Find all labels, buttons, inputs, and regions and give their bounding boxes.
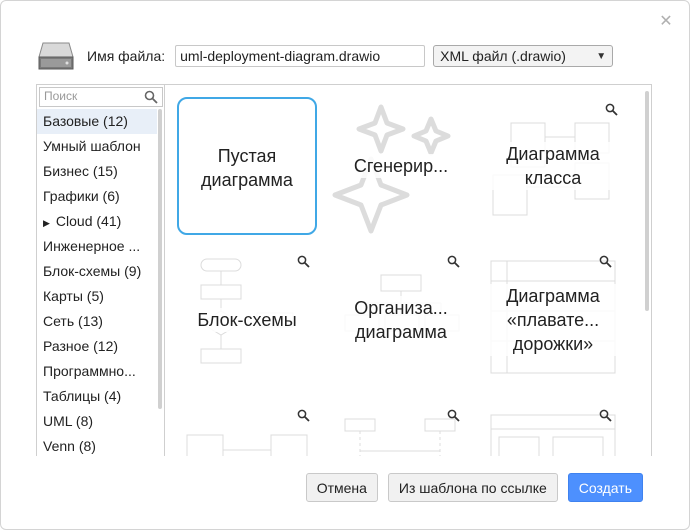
sidebar-item-category[interactable]: Таблицы (4) <box>37 384 157 409</box>
sidebar-item-category[interactable]: Сеть (13) <box>37 309 157 334</box>
sidebar-item-category[interactable]: ▶ Cloud (41) <box>37 209 157 234</box>
category-label: Карты (5) <box>43 288 104 304</box>
template-label-text: Пустая диаграмма <box>183 144 311 192</box>
dialog-buttons: Отмена Из шаблона по ссылке Создать <box>305 473 643 502</box>
template-label-text: Сгенерир... <box>349 154 453 178</box>
template-label: Блок-схемы <box>181 251 313 389</box>
template-tile[interactable]: Блок-схемы <box>177 251 317 389</box>
category-label: Графики (6) <box>43 188 120 204</box>
sidebar-item-category[interactable]: Умный шаблон <box>37 134 157 159</box>
template-label-text: Организа... диаграмма <box>335 296 467 344</box>
template-tile[interactable]: Диаграмма класса <box>483 97 623 235</box>
category-search-input[interactable]: Поиск <box>39 87 163 107</box>
template-label: Сгенерир... <box>335 97 467 235</box>
template-label: Диаграмма «плавате... дорожки» <box>487 251 619 389</box>
template-tile[interactable]: Диаграмма «плавате... дорожки» <box>483 251 623 389</box>
dialog-header: Имя файла: XML файл (.drawio) ▼ <box>37 39 614 73</box>
format-select-value: XML файл (.drawio) <box>440 48 566 64</box>
zoom-icon[interactable] <box>297 255 310 268</box>
search-placeholder: Поиск <box>44 89 78 103</box>
template-browser: Поиск Базовые (12) Умный шаблон Бизнес (15… <box>36 84 652 456</box>
template-label: Пустая диаграмма <box>183 99 311 237</box>
zoom-icon[interactable] <box>447 409 460 422</box>
from-url-button[interactable]: Из шаблона по ссылке <box>387 473 558 502</box>
new-diagram-dialog: ✕ Имя файла: XML файл (.drawio) ▼ Поиск … <box>0 0 690 530</box>
category-label: Venn (8) <box>43 438 96 454</box>
sidebar-item-category[interactable]: Бизнес (15) <box>37 159 157 184</box>
sidebar-item-category[interactable]: Venn (8) <box>37 434 157 456</box>
search-icon[interactable] <box>144 90 158 104</box>
category-label: Cloud (41) <box>55 213 122 229</box>
zoom-icon[interactable] <box>599 409 612 422</box>
chevron-down-icon: ▼ <box>596 50 607 62</box>
zoom-icon[interactable] <box>297 409 310 422</box>
category-label: UML (8) <box>43 413 94 429</box>
sidebar-item-category[interactable]: Графики (6) <box>37 184 157 209</box>
category-label: Базовые (12) <box>43 113 128 129</box>
template-tile[interactable]: Sequence ... <box>331 405 471 456</box>
sidebar-item-category[interactable]: Блок-схемы (9) <box>37 259 157 284</box>
category-label: Блок-схемы (9) <box>43 263 142 279</box>
zoom-icon[interactable] <box>447 255 460 268</box>
category-label: Программно... <box>43 363 136 379</box>
filename-label: Имя файла: <box>87 48 166 64</box>
template-grid: Пустая диаграмма Сгенерир... Диаграмма кла… <box>165 85 651 456</box>
expand-triangle-icon[interactable]: ▶ <box>43 218 50 228</box>
template-label-text: Блок-схемы <box>193 308 301 332</box>
sidebar-item-category[interactable]: Инженерное ... <box>37 234 157 259</box>
create-button[interactable]: Создать <box>567 473 643 502</box>
template-tile[interactable]: Пустая диаграмма <box>177 97 317 235</box>
filename-input[interactable] <box>175 45 426 67</box>
sidebar-scrollbar[interactable] <box>158 109 162 409</box>
close-icon[interactable]: ✕ <box>659 14 673 30</box>
grid-scrollbar[interactable] <box>645 91 649 311</box>
sidebar-item-category[interactable]: Разное (12) <box>37 334 157 359</box>
sidebar-item-category[interactable]: UML (8) <box>37 409 157 434</box>
category-label: Разное (12) <box>43 338 119 354</box>
category-label: Умный шаблон <box>43 138 141 154</box>
category-label: Сеть (13) <box>43 313 103 329</box>
template-tile[interactable]: Организа... диаграмма <box>331 251 471 389</box>
sidebar-item-category[interactable]: Программно... <box>37 359 157 384</box>
template-label: Организа... диаграмма <box>335 251 467 389</box>
category-list: Базовые (12) Умный шаблон Бизнес (15) Графи… <box>37 109 157 456</box>
zoom-icon[interactable] <box>599 255 612 268</box>
template-label: Диаграмма ... <box>181 405 313 456</box>
format-select[interactable]: XML файл (.drawio) ▼ <box>433 45 614 67</box>
category-label: Таблицы (4) <box>43 388 122 404</box>
cancel-button[interactable]: Отмена <box>305 473 378 502</box>
template-tile[interactable]: Сгенерир... <box>331 97 471 235</box>
category-label: Бизнес (15) <box>43 163 118 179</box>
category-sidebar: Поиск Базовые (12) Умный шаблон Бизнес (15… <box>37 85 165 456</box>
template-label-text: Диаграмма «плавате... дорожки» <box>487 284 619 356</box>
category-label: Инженерное ... <box>43 238 141 254</box>
sidebar-item-category[interactable]: Карты (5) <box>37 284 157 309</box>
template-tile[interactable]: Диаграмма ... <box>177 405 317 456</box>
template-tile[interactable]: Simple ... <box>483 405 623 456</box>
template-label: Диаграмма класса <box>487 97 619 235</box>
sidebar-item-category[interactable]: Базовые (12) <box>37 109 157 134</box>
zoom-icon[interactable] <box>605 103 618 116</box>
drive-icon <box>38 42 74 70</box>
template-label-text: Диаграмма класса <box>487 142 619 190</box>
